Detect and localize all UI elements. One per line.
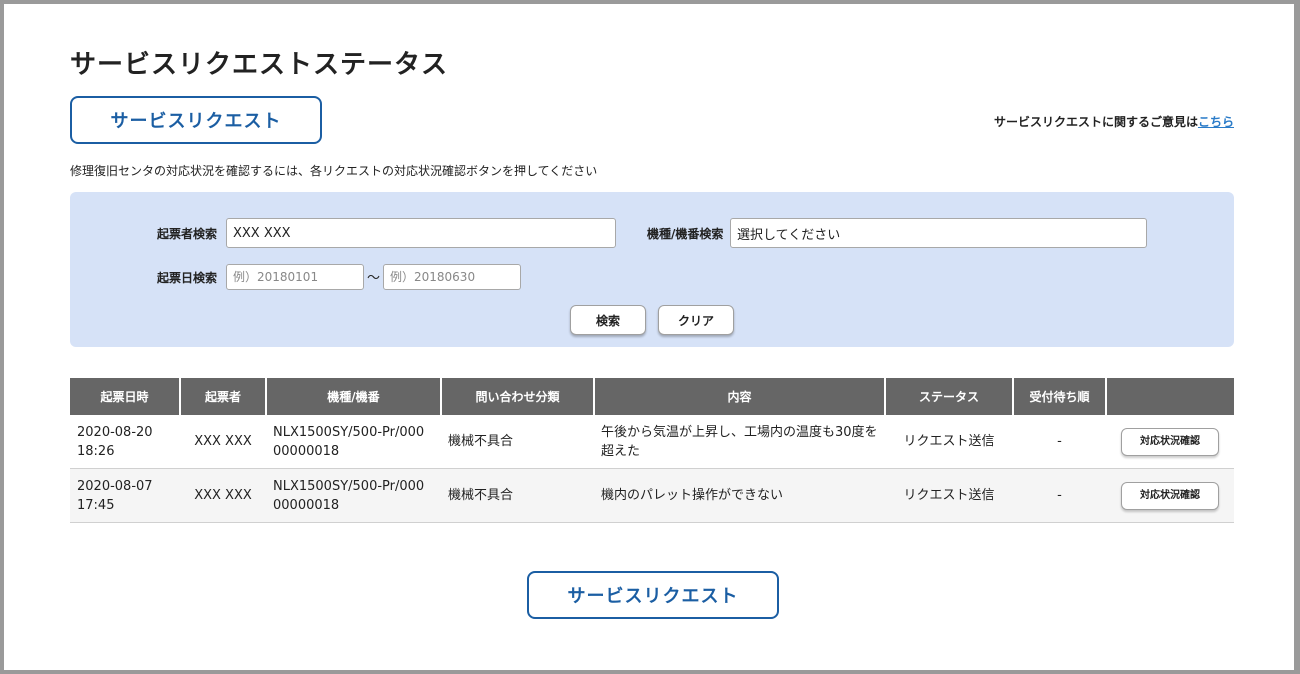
model-search-label: 機種/機番検索 <box>647 227 724 241</box>
date-from-input[interactable] <box>226 264 364 290</box>
header-action <box>1106 378 1234 415</box>
table-row: 2020-08-20 18:26 XXX XXX NLX1500SY/500-Pr… <box>70 415 1234 469</box>
cell-time: 17:45 <box>77 497 115 513</box>
clear-button[interactable]: クリア <box>658 305 734 335</box>
request-table: 起票日時 起票者 機種/機番 問い合わせ分類 内容 ステータス 受付待ち順 20… <box>70 378 1234 523</box>
cell-model: NLX1500SY/500-Pr/000 00000018 <box>266 415 441 469</box>
cell-queue: - <box>1013 415 1106 469</box>
header-queue: 受付待ち順 <box>1013 378 1107 415</box>
search-button[interactable]: 検索 <box>570 305 646 335</box>
cell-requester: XXX XXX <box>180 415 266 469</box>
cell-date: 2020-08-20 <box>77 424 153 440</box>
service-request-button-top[interactable]: サービスリクエスト <box>70 96 322 144</box>
cell-content: 午後から気温が上昇し、工場内の温度も30度を超えた <box>594 415 885 469</box>
cell-category: 機械不具合 <box>441 415 594 469</box>
model-search-select[interactable] <box>730 218 1147 248</box>
cell-model: NLX1500SY/500-Pr/000 00000018 <box>266 468 441 523</box>
search-panel: 起票者検索 機種/機番検索 起票日検索 〜 検索 クリア <box>70 192 1234 347</box>
cell-datetime: 2020-08-20 18:26 <box>70 415 180 469</box>
cell-content: 機内のパレット操作ができない <box>594 468 885 523</box>
status-check-button[interactable]: 対応状況確認 <box>1121 427 1219 456</box>
cell-date: 2020-08-07 <box>77 478 153 494</box>
service-request-button-bottom[interactable]: サービスリクエスト <box>527 571 779 619</box>
cell-action: 対応状況確認 <box>1106 415 1234 469</box>
requester-search-input[interactable] <box>226 218 616 248</box>
status-check-button[interactable]: 対応状況確認 <box>1121 481 1219 510</box>
header-category: 問い合わせ分類 <box>441 378 595 415</box>
cell-queue: - <box>1013 468 1106 523</box>
cell-datetime: 2020-08-07 17:45 <box>70 468 180 523</box>
table-header-row: 起票日時 起票者 機種/機番 問い合わせ分類 内容 ステータス 受付待ち順 <box>70 378 1234 415</box>
table-row: 2020-08-07 17:45 XXX XXX NLX1500SY/500-Pr… <box>70 468 1234 523</box>
cell-category: 機械不具合 <box>441 468 594 523</box>
instruction-text: 修理復旧センタの対応状況を確認するには、各リクエストの対応状況確認ボタンを押して… <box>70 164 598 178</box>
cell-action: 対応状況確認 <box>1106 468 1234 523</box>
page-title: サービスリクエストステータス <box>70 50 449 80</box>
date-range-separator: 〜 <box>367 271 381 286</box>
page-frame: サービスリクエストステータス サービスリクエスト サービスリクエストに関するご意… <box>4 4 1294 670</box>
header-date: 起票日時 <box>70 378 181 415</box>
header-content: 内容 <box>594 378 886 415</box>
header-status: ステータス <box>885 378 1014 415</box>
cell-status: リクエスト送信 <box>885 415 1013 469</box>
cell-serial: 00000018 <box>273 443 340 459</box>
cell-time: 18:26 <box>77 443 115 459</box>
header-requester: 起票者 <box>180 378 267 415</box>
cell-requester: XXX XXX <box>180 468 266 523</box>
date-search-label: 起票日検索 <box>157 271 218 285</box>
requester-search-label: 起票者検索 <box>157 227 218 241</box>
feedback-label: サービスリクエストに関するご意見は <box>993 115 1198 129</box>
cell-status: リクエスト送信 <box>885 468 1013 523</box>
cell-serial: 00000018 <box>273 497 340 513</box>
cell-model-name: NLX1500SY/500-Pr/000 <box>273 424 425 440</box>
feedback-link[interactable]: こちら <box>1198 115 1234 129</box>
date-to-input[interactable] <box>383 264 521 290</box>
header-model: 機種/機番 <box>266 378 442 415</box>
cell-model-name: NLX1500SY/500-Pr/000 <box>273 478 425 494</box>
feedback-text: サービスリクエストに関するご意見はこちら <box>994 113 1234 130</box>
